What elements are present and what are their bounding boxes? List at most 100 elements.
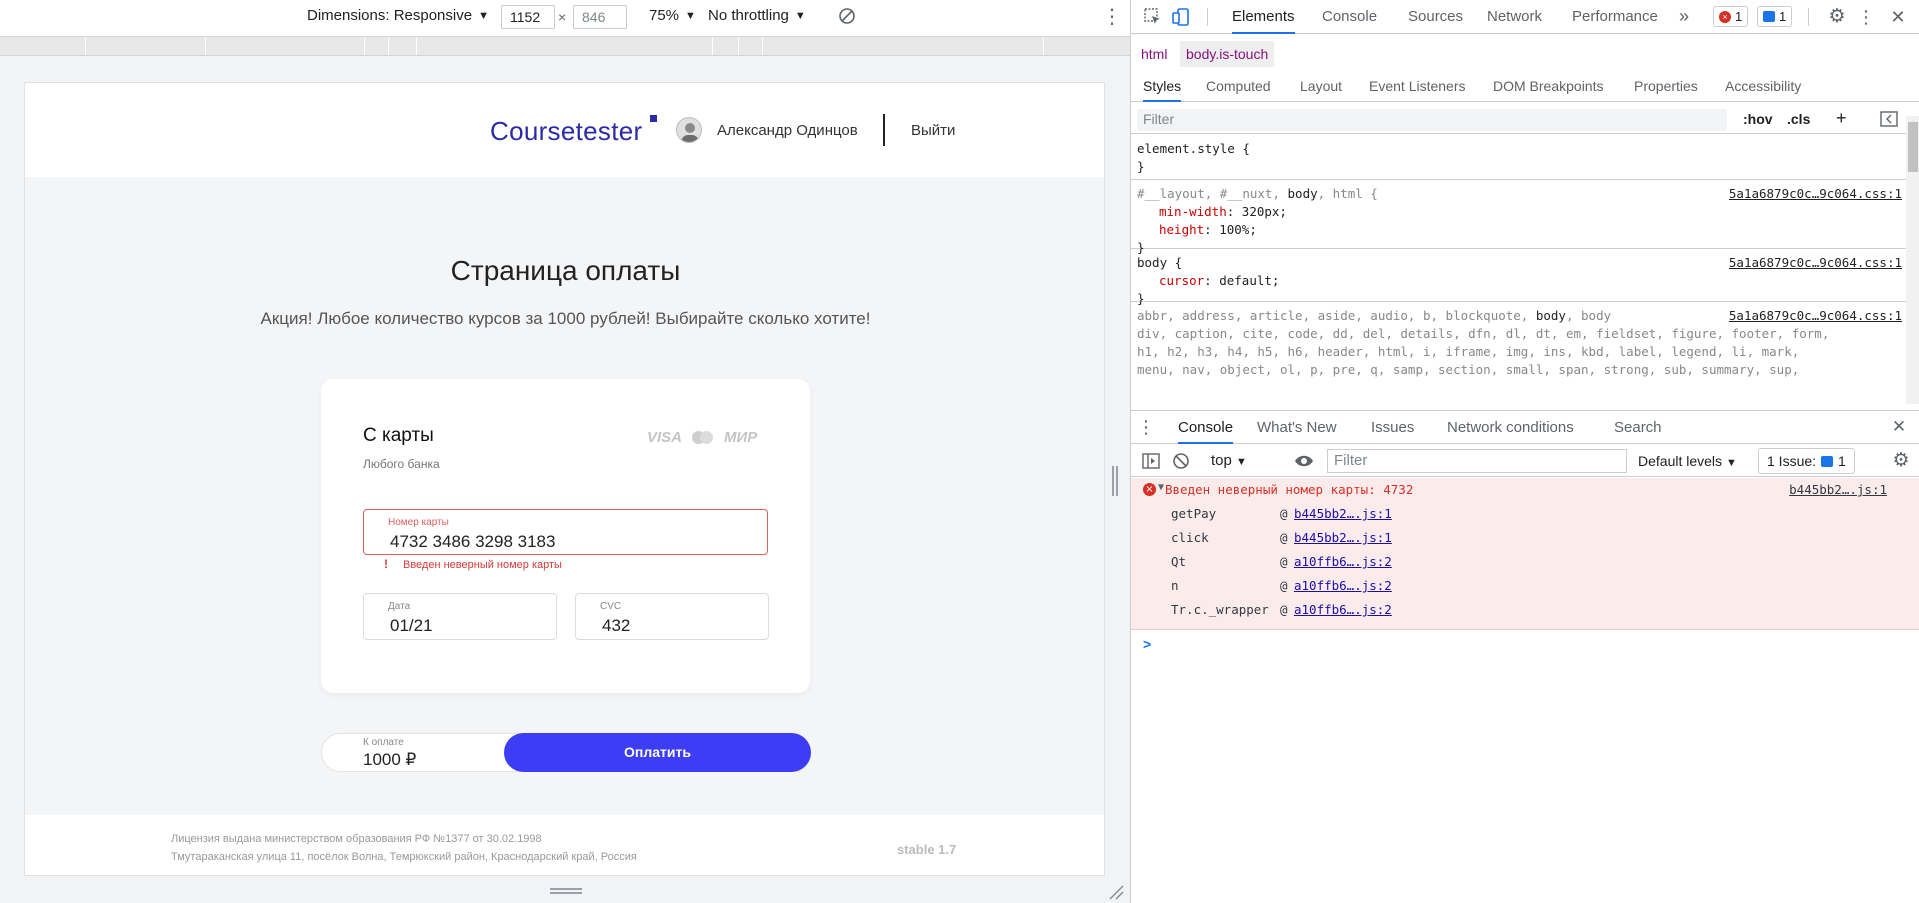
device-emulation-pane: Dimensions: Responsive ▼ 1152 × 846 75% … xyxy=(0,0,1130,903)
breadcrumb-html[interactable]: html xyxy=(1135,41,1173,67)
promo-text: Акция! Любое количество курсов за 1000 р… xyxy=(260,309,871,328)
close-icon[interactable]: ✕ xyxy=(1888,7,1908,27)
tab-elements[interactable]: Elements xyxy=(1232,0,1295,34)
tab-layout[interactable]: Layout xyxy=(1300,72,1342,102)
payment-bar: К оплате 1000 ₽ Оплатить xyxy=(321,733,811,772)
style-rule[interactable]: #__layout, #__nuxt, body, html { min-wid… xyxy=(1131,181,1906,255)
console-error-message[interactable]: × ▼ Введен неверный номер карты: 4732 b4… xyxy=(1131,478,1919,630)
tab-event-listeners[interactable]: Event Listeners xyxy=(1369,72,1466,102)
expand-triangle-icon[interactable]: ▼ xyxy=(1158,482,1164,493)
styles-scrollbar[interactable] xyxy=(1906,116,1919,404)
issues-button[interactable]: 1 Issue: 1 xyxy=(1758,448,1855,474)
console-filter-input[interactable]: Filter xyxy=(1327,449,1627,473)
css-value[interactable]: default; xyxy=(1219,273,1279,288)
stack-frame-link[interactable]: a10ffb6….js:2 xyxy=(1294,578,1392,593)
live-expression-eye-icon[interactable] xyxy=(1294,451,1314,471)
viewport-resize-corner-icon[interactable] xyxy=(1108,884,1124,900)
card-number-value[interactable]: 4732 3486 3298 3183 xyxy=(390,532,555,552)
tab-network[interactable]: Network xyxy=(1487,0,1542,34)
context-selector[interactable]: top ▼ xyxy=(1211,449,1247,473)
settings-gear-icon[interactable]: ⚙ xyxy=(1827,7,1847,27)
error-count: 1 xyxy=(1735,9,1743,24)
drawer-tab-console[interactable]: Console xyxy=(1178,411,1234,444)
caret-down-icon: ▼ xyxy=(685,9,696,22)
more-options-icon[interactable]: ⋮ xyxy=(1856,7,1876,27)
stack-frame-link[interactable]: a10ffb6….js:2 xyxy=(1294,554,1392,569)
element-style-rule[interactable]: element.style { } xyxy=(1131,136,1906,180)
close-drawer-icon[interactable]: ✕ xyxy=(1889,417,1909,437)
date-value[interactable]: 01/21 xyxy=(390,616,433,636)
logout-link[interactable]: Выйти xyxy=(911,122,955,139)
issues-label: 1 Issue: xyxy=(1767,453,1817,469)
dimensions-dropdown[interactable]: Dimensions: Responsive ▼ xyxy=(307,7,489,24)
device-toolbar-toggle-icon[interactable] xyxy=(1171,7,1191,27)
drawer-tab-network-conditions[interactable]: Network conditions xyxy=(1447,411,1574,444)
message-count-badge[interactable]: 1 xyxy=(1757,6,1793,27)
clear-console-icon[interactable] xyxy=(1171,451,1191,471)
inspect-element-icon[interactable] xyxy=(1143,7,1163,27)
add-rule-icon[interactable]: + xyxy=(1836,108,1847,129)
drawer-tab-whats-new[interactable]: What's New xyxy=(1257,411,1337,444)
tab-performance[interactable]: Performance xyxy=(1572,0,1658,34)
tab-console[interactable]: Console xyxy=(1322,0,1377,34)
card-title: С карты xyxy=(363,425,434,446)
stack-frame-link[interactable]: a10ffb6….js:2 xyxy=(1294,602,1392,617)
tab-dom-breakpoints[interactable]: DOM Breakpoints xyxy=(1493,72,1603,102)
scrollbar-thumb[interactable] xyxy=(1908,122,1918,172)
tab-styles[interactable]: Styles xyxy=(1143,72,1182,102)
height-input[interactable]: 846 xyxy=(573,5,627,29)
toggle-sidebar-icon[interactable] xyxy=(1879,110,1899,130)
stack-frame-link[interactable]: b445bb2….js:1 xyxy=(1294,530,1392,545)
cvc-value[interactable]: 432 xyxy=(602,616,630,636)
styles-filter-input[interactable]: Filter xyxy=(1137,109,1727,131)
tab-accessibility[interactable]: Accessibility xyxy=(1725,72,1801,102)
drawer-tab-search[interactable]: Search xyxy=(1614,411,1662,444)
rule-selector-dim: , html { xyxy=(1317,186,1378,201)
css-value[interactable]: 320px; xyxy=(1242,204,1287,219)
show-sidebar-icon[interactable] xyxy=(1141,451,1161,471)
hover-state-toggle[interactable]: :hov xyxy=(1743,111,1773,127)
console-prompt-icon[interactable]: > xyxy=(1143,636,1151,652)
pay-button[interactable]: Оплатить xyxy=(504,733,811,772)
stylesheet-link[interactable]: 5a1a6879c0c…9c064.css:1 xyxy=(1724,307,1902,325)
more-options-icon[interactable]: ⋮ xyxy=(1102,4,1122,29)
avatar[interactable] xyxy=(676,117,702,143)
width-input[interactable]: 1152 xyxy=(501,5,555,29)
css-property[interactable]: cursor xyxy=(1159,273,1204,288)
style-rule[interactable]: body { cursor: default; } 5a1a6879c0c…9c… xyxy=(1131,250,1906,306)
caret-down-icon: ▼ xyxy=(1236,456,1247,468)
drawer-menu-icon[interactable]: ⋮ xyxy=(1136,417,1156,437)
error-count-badge[interactable]: × 1 xyxy=(1713,6,1749,27)
user-name[interactable]: Александр Одинцов xyxy=(717,122,858,139)
tab-properties[interactable]: Properties xyxy=(1634,72,1698,102)
drawer-tab-issues[interactable]: Issues xyxy=(1371,411,1414,444)
rotate-button[interactable] xyxy=(837,6,857,26)
viewport-resize-handle-bottom[interactable] xyxy=(550,888,582,894)
log-levels-dropdown[interactable]: Default levels ▼ xyxy=(1638,449,1737,473)
site-logo[interactable]: Coursetester xyxy=(490,116,642,147)
css-value[interactable]: 100%; xyxy=(1219,222,1257,237)
media-query-ruler[interactable] xyxy=(0,36,1130,56)
viewport-resize-handle-right[interactable] xyxy=(1112,466,1118,496)
tab-computed[interactable]: Computed xyxy=(1206,72,1271,102)
zoom-label: 75% xyxy=(649,7,680,24)
stylesheet-link[interactable]: 5a1a6879c0c…9c064.css:1 xyxy=(1729,254,1902,272)
cvc-field[interactable]: CVC 432 xyxy=(575,593,769,640)
error-source-link[interactable]: b445bb2….js:1 xyxy=(1789,482,1887,497)
pay-label: К оплате xyxy=(363,737,404,748)
more-tabs-icon[interactable]: » xyxy=(1679,0,1689,34)
stack-frame-link[interactable]: b445bb2….js:1 xyxy=(1294,506,1392,521)
tab-sources[interactable]: Sources xyxy=(1408,0,1463,34)
css-property[interactable]: height xyxy=(1159,222,1204,237)
stack-at: @ xyxy=(1280,530,1288,545)
stylesheet-link[interactable]: 5a1a6879c0c…9c064.css:1 xyxy=(1729,185,1902,203)
class-toggle[interactable]: .cls xyxy=(1787,111,1810,127)
breadcrumb-body[interactable]: body.is-touch xyxy=(1180,41,1275,67)
throttling-dropdown[interactable]: No throttling ▼ xyxy=(708,7,806,24)
css-property[interactable]: min-width xyxy=(1159,204,1227,219)
style-rule[interactable]: abbr, address, article, aside, audio, b,… xyxy=(1131,303,1906,404)
console-settings-gear-icon[interactable]: ⚙ xyxy=(1891,451,1911,471)
zoom-dropdown[interactable]: 75% ▼ xyxy=(649,7,696,24)
date-field[interactable]: Дата 01/21 xyxy=(363,593,557,640)
card-number-field[interactable]: Номер карты 4732 3486 3298 3183 xyxy=(363,509,768,555)
